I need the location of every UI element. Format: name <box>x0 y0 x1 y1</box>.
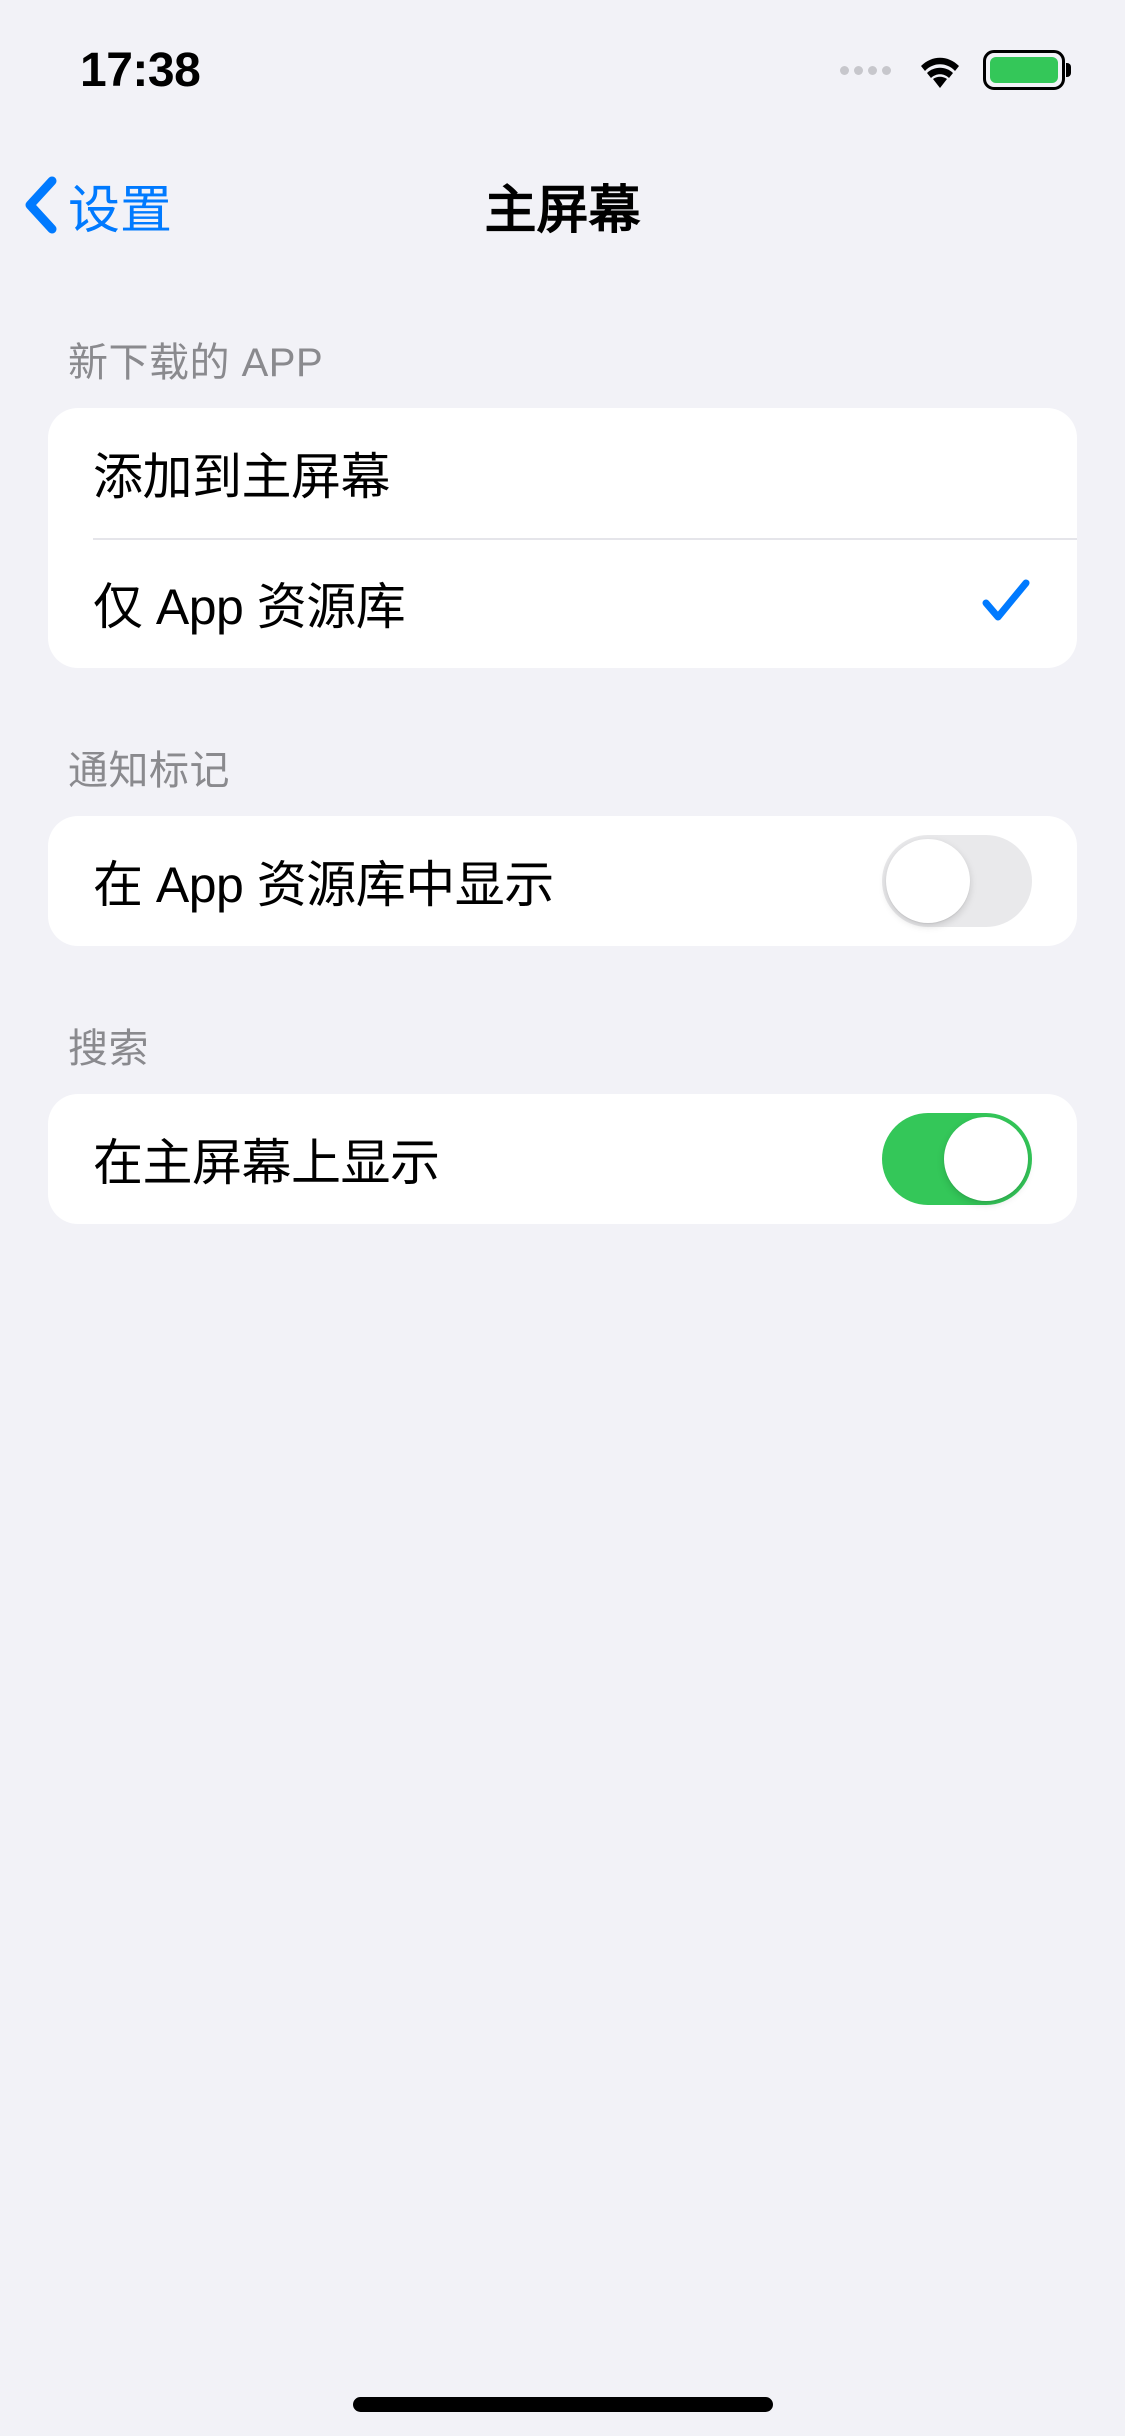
group-badges: 在 App 资源库中显示 <box>48 816 1077 946</box>
back-label: 设置 <box>68 168 172 243</box>
option-label: 添加到主屏幕 <box>93 437 390 509</box>
toggle-show-in-app-library[interactable] <box>882 835 1032 927</box>
page-title: 主屏幕 <box>484 168 640 243</box>
section-header-new-apps: 新下载的 APP <box>48 270 1077 408</box>
status-time: 17:38 <box>80 43 200 98</box>
row-show-on-home: 在主屏幕上显示 <box>48 1094 1077 1224</box>
option-label: 仅 App 资源库 <box>93 567 405 639</box>
status-indicators <box>840 50 1065 90</box>
nav-bar: 设置 主屏幕 <box>0 140 1125 270</box>
home-indicator[interactable] <box>353 2397 773 2412</box>
content: 新下载的 APP 添加到主屏幕 仅 App 资源库 通知标记 在 App 资源库… <box>0 270 1125 1224</box>
section-header-search: 搜索 <box>48 946 1077 1094</box>
row-label: 在 App 资源库中显示 <box>93 845 554 917</box>
toggle-show-on-home[interactable] <box>882 1113 1032 1205</box>
back-button[interactable]: 设置 <box>22 168 172 243</box>
row-show-in-app-library: 在 App 资源库中显示 <box>48 816 1077 946</box>
chevron-left-icon <box>22 175 60 235</box>
wifi-icon <box>915 52 965 88</box>
group-new-apps: 添加到主屏幕 仅 App 资源库 <box>48 408 1077 668</box>
option-app-library-only[interactable]: 仅 App 资源库 <box>48 538 1077 668</box>
toggle-knob <box>944 1117 1028 1201</box>
toggle-knob <box>886 839 970 923</box>
section-header-badges: 通知标记 <box>48 668 1077 816</box>
cellular-icon <box>840 66 891 75</box>
battery-icon <box>983 50 1065 90</box>
checkmark-icon <box>980 577 1032 630</box>
status-bar: 17:38 <box>0 0 1125 140</box>
group-search: 在主屏幕上显示 <box>48 1094 1077 1224</box>
row-label: 在主屏幕上显示 <box>93 1123 440 1195</box>
option-add-to-home[interactable]: 添加到主屏幕 <box>48 408 1077 538</box>
